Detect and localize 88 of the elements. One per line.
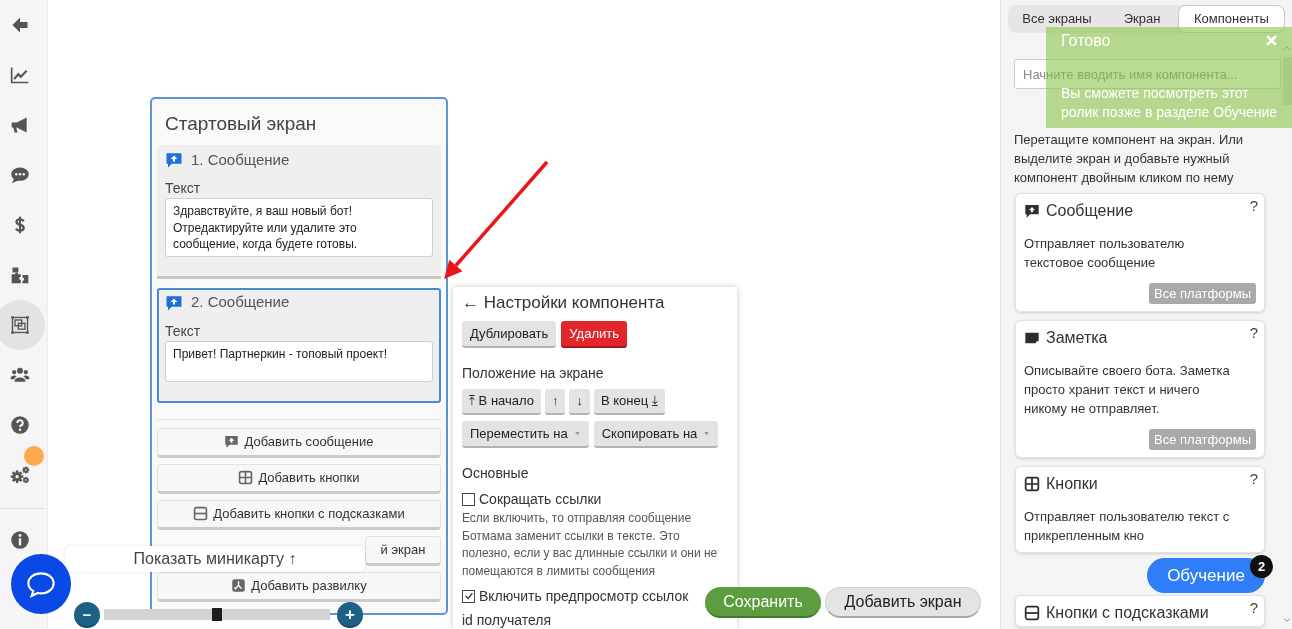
field-label: Текст bbox=[165, 321, 202, 341]
speech-bubble-icon bbox=[224, 434, 240, 449]
speech-bubble-icon bbox=[1024, 203, 1040, 219]
help-mark[interactable]: ? bbox=[1249, 322, 1258, 345]
message-component[interactable]: 2. Сообщение Текст Привет! Партнеркин - топовый проект! bbox=[157, 287, 441, 403]
toast-title: Готово bbox=[1061, 31, 1111, 51]
sidebar-item[interactable] bbox=[0, 300, 45, 350]
add-component-button[interactable]: й экран bbox=[365, 535, 441, 566]
panel-tab[interactable]: Компоненты bbox=[1178, 5, 1285, 33]
component-card-title: Заметка bbox=[1046, 328, 1108, 348]
close-icon bbox=[1265, 34, 1278, 47]
component-title: 1. Сообщение bbox=[191, 149, 290, 170]
zoom-out-button[interactable]: − bbox=[74, 602, 100, 628]
minimap-toggle[interactable]: Показать миникарту ↑ bbox=[65, 546, 365, 572]
action-button[interactable]: Удалить bbox=[561, 321, 627, 348]
megaphone-icon bbox=[10, 115, 30, 135]
split-square-icon bbox=[1024, 605, 1040, 621]
field-label: Текст bbox=[165, 179, 202, 198]
component-card-description: Отправляет пользователю текстовое сообщение bbox=[1024, 235, 1186, 272]
note-icon bbox=[1024, 330, 1040, 346]
dropdown-button[interactable]: Скопировать на bbox=[593, 421, 719, 448]
action-button[interactable]: Дублировать bbox=[462, 321, 557, 348]
position-button[interactable]: ⤒ В начало bbox=[462, 389, 541, 415]
message-component[interactable]: 1. Сообщение Текст Здравствуйте, я ваш новый бот! Отредактируйте или удалите это сообщение, когда будете готовы. bbox=[157, 145, 441, 279]
position-button[interactable]: ↑ bbox=[545, 389, 566, 415]
component-title: 2. Сообщение bbox=[191, 292, 290, 313]
zoom-slider-thumb[interactable] bbox=[212, 608, 222, 621]
help-icon bbox=[10, 415, 30, 435]
caret-down-icon bbox=[573, 430, 581, 437]
zoom-in-button[interactable]: + bbox=[337, 602, 363, 628]
component-card[interactable]: Кнопки с подсказками ? bbox=[1015, 595, 1265, 627]
check-icon bbox=[463, 591, 474, 601]
section-label: Основные bbox=[462, 464, 530, 483]
caret-down-icon bbox=[703, 430, 711, 437]
puzzle-icon bbox=[10, 265, 30, 285]
frame-icon bbox=[10, 315, 30, 335]
footer-button[interactable]: Добавить экран bbox=[825, 587, 981, 618]
checkbox[interactable] bbox=[462, 492, 475, 506]
panel-hint: Перетащите компонент на экран. Или выделите экран и добавьте нужный компонент двойным кликом по нему bbox=[1014, 131, 1245, 187]
platform-tag: Все платформы bbox=[1149, 429, 1256, 450]
panel-tab[interactable]: Все экраны bbox=[1008, 5, 1106, 33]
field-label: id получателя bbox=[462, 611, 553, 629]
arrow-left-icon bbox=[10, 15, 30, 35]
speech-bubble-icon bbox=[165, 293, 183, 312]
tutorial-count-badge: 2 bbox=[1250, 555, 1273, 578]
add-component-button[interactable]: Добавить кнопки с подсказками bbox=[157, 499, 441, 530]
position-button[interactable]: В конец ⤓ bbox=[594, 389, 665, 415]
checkbox[interactable] bbox=[462, 589, 475, 603]
panel-tab[interactable]: Экран bbox=[1106, 5, 1178, 33]
message-text-field[interactable]: Привет! Партнеркин - топовый проект! bbox=[165, 340, 433, 382]
users-icon bbox=[10, 365, 30, 385]
speech-bubble-icon bbox=[10, 165, 30, 185]
grid-icon bbox=[1024, 476, 1040, 492]
option-description: Если включить, то отправляя сообщение Ботмама заменит ссылки в тексте. Это полезно, если у вас длинные ссылки и они не помещаются в лимиты сообщения bbox=[462, 510, 719, 580]
grid-icon bbox=[238, 470, 254, 485]
component-card[interactable]: Кнопки ? Отправляет пользователю текст с прикрепленным кно bbox=[1015, 466, 1265, 553]
position-button[interactable]: ↓ bbox=[569, 389, 590, 415]
component-card-title: Сообщение bbox=[1046, 201, 1134, 221]
scroll-up-icon bbox=[1283, 44, 1291, 52]
help-mark[interactable]: ? bbox=[1249, 597, 1258, 620]
add-component-button[interactable]: Добавить сообщение bbox=[157, 427, 441, 458]
add-component-button[interactable]: Добавить кнопки bbox=[157, 463, 441, 494]
toast-message: Вы сможете посмотреть этот ролик позже в разделе Обучение bbox=[1061, 84, 1279, 122]
dropdown-button[interactable]: Переместить на bbox=[462, 421, 589, 448]
split-square-icon bbox=[193, 506, 209, 521]
component-card-title: Кнопки bbox=[1046, 474, 1098, 494]
component-card-title: Кнопки с подсказками bbox=[1046, 603, 1209, 623]
component-card-description: Описывайте своего бота. Заметка просто хранит текст и ничего никому не отправляет. bbox=[1024, 362, 1231, 418]
panel-title: ← Настройки компонента bbox=[462, 292, 666, 313]
branch-icon bbox=[231, 578, 247, 593]
component-card-description: Отправляет пользователю текст с прикрепленным кно bbox=[1024, 508, 1231, 545]
speech-bubble-icon bbox=[165, 151, 183, 169]
add-component-button[interactable]: Добавить развилку bbox=[157, 571, 441, 602]
checkbox-label: Включить предпросмотр ссылок bbox=[479, 586, 689, 606]
line-chart-icon bbox=[10, 65, 30, 85]
component-card[interactable]: Заметка ? Описывайте своего бота. Заметка просто хранит текст и ничего никому не отправляет. Все платформы bbox=[1015, 320, 1265, 458]
zoom-slider-track[interactable] bbox=[104, 609, 330, 620]
section-label: Положение на экране bbox=[462, 364, 605, 383]
screen-title: Стартовый экран bbox=[164, 112, 318, 136]
checkbox-label: Сокращать ссылки bbox=[479, 489, 602, 509]
help-mark[interactable]: ? bbox=[1249, 195, 1258, 218]
info-icon bbox=[10, 530, 30, 550]
gears-icon bbox=[10, 465, 30, 485]
platform-tag: Все платформы bbox=[1149, 283, 1256, 304]
scroll-down-icon bbox=[1283, 616, 1291, 624]
message-text-field[interactable]: Здравствуйте, я ваш новый бот! Отредактируйте или удалите это сообщение, когда будете готовы. bbox=[165, 198, 433, 257]
help-mark[interactable]: ? bbox=[1249, 468, 1258, 491]
component-card[interactable]: Сообщение ? Отправляет пользователю текстовое сообщение Все платформы bbox=[1015, 193, 1265, 312]
